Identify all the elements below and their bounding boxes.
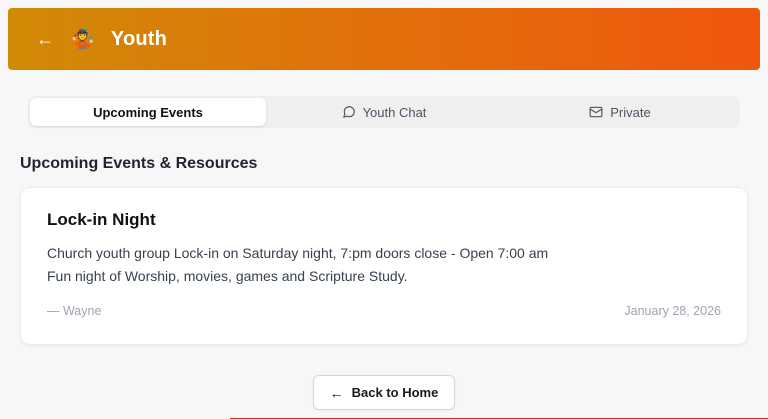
back-arrow-icon: ← [330, 386, 344, 400]
footer-actions: ← Back to Home [0, 375, 768, 410]
event-title: Lock-in Night [47, 210, 721, 230]
back-to-home-button[interactable]: ← Back to Home [313, 375, 456, 410]
tab-upcoming-events[interactable]: Upcoming Events [30, 98, 266, 126]
tab-youth-chat[interactable]: Youth Chat [266, 98, 502, 126]
back-arrow-icon[interactable]: ← [36, 30, 54, 48]
page-title: Youth [111, 28, 167, 51]
back-to-home-label: Back to Home [352, 385, 439, 400]
section-title: Upcoming Events & Resources [20, 155, 748, 173]
tab-youth-chat-label: Youth Chat [363, 105, 427, 120]
youth-emoji-icon: 🤹 [70, 29, 95, 49]
mail-icon [589, 105, 603, 119]
event-card-footer: — Wayne January 28, 2026 [47, 304, 721, 318]
tab-private-label: Private [610, 105, 650, 120]
youth-page: ← 🤹 Youth Upcoming Events Youth Chat Pri… [0, 8, 768, 410]
tab-upcoming-events-label: Upcoming Events [93, 105, 203, 120]
event-description-line2: Fun night of Worship, movies, games and … [47, 265, 721, 288]
tab-bar: Upcoming Events Youth Chat Private [28, 96, 740, 128]
tab-private[interactable]: Private [502, 98, 738, 126]
event-date: January 28, 2026 [624, 304, 721, 318]
event-author: — Wayne [47, 304, 101, 318]
event-description-line1: Church youth group Lock-in on Saturday n… [47, 242, 721, 265]
chat-bubble-icon [342, 105, 356, 119]
page-header: ← 🤹 Youth [8, 8, 760, 70]
event-card: Lock-in Night Church youth group Lock-in… [20, 187, 748, 345]
